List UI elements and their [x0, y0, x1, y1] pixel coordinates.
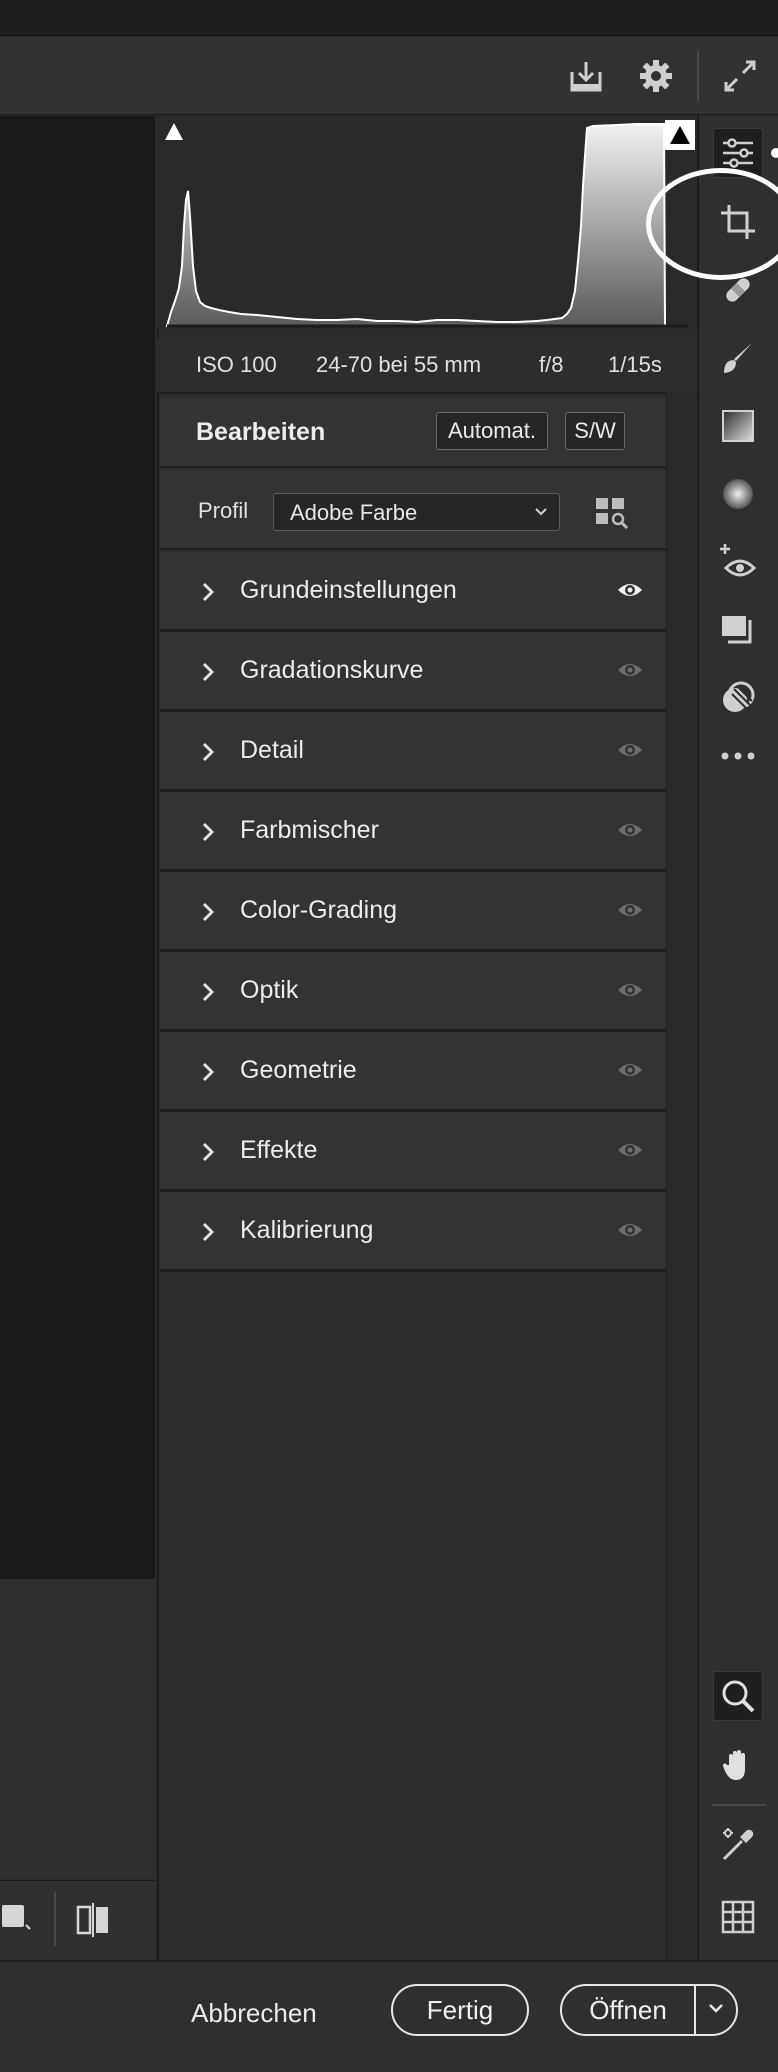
- chevron-down-icon: [531, 501, 551, 526]
- profile-browser-icon[interactable]: [594, 494, 630, 530]
- eye-icon[interactable]: [616, 1059, 644, 1086]
- rail-divider: [712, 1804, 766, 1806]
- open-options-button[interactable]: [696, 1986, 736, 2034]
- section-label: Grundeinstellungen: [240, 576, 457, 604]
- section-label: Optik: [240, 976, 299, 1004]
- section-label: Effekte: [240, 1136, 318, 1164]
- healing-icon[interactable]: [713, 265, 763, 315]
- active-indicator-dot: [771, 148, 778, 158]
- window-top-strip: [0, 0, 778, 36]
- edit-title: Bearbeiten: [196, 418, 326, 446]
- chevron-right-icon: [198, 660, 218, 689]
- more-icon[interactable]: [713, 731, 763, 781]
- iso-value: ISO 100: [196, 352, 277, 377]
- image-canvas[interactable]: [0, 116, 155, 1579]
- grid-icon[interactable]: [713, 1892, 763, 1942]
- chevron-right-icon: [198, 580, 218, 609]
- section-label: Detail: [240, 736, 304, 764]
- section-label: Geometrie: [240, 1056, 357, 1084]
- edit-header: Bearbeiten Automat. S/W: [160, 398, 666, 468]
- view-mode-icon[interactable]: [2, 1903, 32, 1933]
- chevron-right-icon: [198, 900, 218, 929]
- histogram-curve: [165, 123, 667, 327]
- crop-icon[interactable]: [713, 197, 763, 247]
- linear-gradient-icon[interactable]: [713, 401, 763, 451]
- toolbar-divider: [697, 51, 699, 101]
- shadow-clipping-icon[interactable]: [161, 120, 191, 150]
- section-kalibrierung[interactable]: Kalibrierung: [160, 1192, 666, 1272]
- profile-row: Profil Adobe Farbe: [160, 470, 666, 550]
- panel-scrollbar[interactable]: [666, 392, 696, 1960]
- chevron-right-icon: [198, 980, 218, 1009]
- section-label: Gradationskurve: [240, 656, 424, 684]
- hand-icon[interactable]: [713, 1740, 763, 1790]
- camera-metadata: ISO 100 24-70 bei 55 mm f/8 1/15s: [157, 338, 697, 394]
- eye-icon[interactable]: [616, 659, 644, 686]
- gear-icon[interactable]: [626, 37, 686, 115]
- section-grundeinstellungen[interactable]: Grundeinstellungen: [160, 552, 666, 632]
- shutter-value: 1/15s: [608, 352, 662, 377]
- edit-sliders-icon[interactable]: [713, 128, 763, 178]
- brush-icon[interactable]: [713, 333, 763, 383]
- lens-value: 24-70 bei 55 mm: [316, 352, 482, 377]
- chevron-right-icon: [198, 1220, 218, 1249]
- profile-label: Profil: [198, 498, 249, 523]
- section-gradationskurve[interactable]: Gradationskurve: [160, 632, 666, 712]
- section-geometrie[interactable]: Geometrie: [160, 1032, 666, 1112]
- view-controls-bar: [0, 1880, 155, 1960]
- eye-icon[interactable]: [616, 1219, 644, 1246]
- chevron-right-icon: [198, 1060, 218, 1089]
- save-icon[interactable]: [556, 37, 616, 115]
- filmstrip-area: [0, 1579, 155, 1879]
- open-button[interactable]: Öffnen: [562, 1986, 694, 2034]
- radial-gradient-icon[interactable]: [713, 469, 763, 519]
- section-label: Farbmischer: [240, 816, 379, 844]
- section-label: Color-Grading: [240, 896, 398, 924]
- chevron-down-icon: [706, 1998, 726, 2023]
- profile-select[interactable]: Adobe Farbe: [273, 493, 560, 531]
- edit-sections-list: Grundeinstellungen Gradationskurve Detai…: [160, 552, 666, 1272]
- highlight-clipping-icon[interactable]: [665, 120, 695, 150]
- section-label: Kalibrierung: [240, 1216, 374, 1244]
- chevron-right-icon: [198, 1140, 218, 1169]
- red-eye-icon[interactable]: [713, 537, 763, 587]
- profile-selected-value: Adobe Farbe: [290, 500, 418, 525]
- fullscreen-icon[interactable]: [710, 37, 770, 115]
- eye-icon[interactable]: [616, 1139, 644, 1166]
- eye-icon[interactable]: [616, 579, 644, 606]
- view-controls-divider: [54, 1892, 56, 1946]
- section-effekte[interactable]: Effekte: [160, 1112, 666, 1192]
- eye-icon[interactable]: [616, 739, 644, 766]
- chevron-right-icon: [198, 820, 218, 849]
- snapshots-icon[interactable]: [713, 605, 763, 655]
- section-color-grading[interactable]: Color-Grading: [160, 872, 666, 952]
- eye-icon[interactable]: [616, 899, 644, 926]
- open-button-group: Öffnen: [560, 1984, 738, 2036]
- chevron-right-icon: [198, 740, 218, 769]
- color-sampler-icon[interactable]: [713, 1820, 763, 1870]
- top-toolbar: [0, 37, 778, 115]
- section-optik[interactable]: Optik: [160, 952, 666, 1032]
- aperture-value: f/8: [539, 352, 564, 377]
- eye-icon[interactable]: [616, 819, 644, 846]
- section-detail[interactable]: Detail: [160, 712, 666, 792]
- section-farbmischer[interactable]: Farbmischer: [160, 792, 666, 872]
- eye-icon[interactable]: [616, 979, 644, 1006]
- presets-icon[interactable]: [713, 673, 763, 723]
- done-button[interactable]: Fertig: [391, 1984, 529, 2036]
- black-white-button[interactable]: S/W: [565, 412, 625, 450]
- histogram: [157, 116, 697, 330]
- zoom-icon[interactable]: [713, 1671, 763, 1721]
- before-after-icon[interactable]: [76, 1903, 112, 1937]
- cancel-button[interactable]: Abbrechen: [191, 1998, 317, 2029]
- auto-button[interactable]: Automat.: [436, 412, 548, 450]
